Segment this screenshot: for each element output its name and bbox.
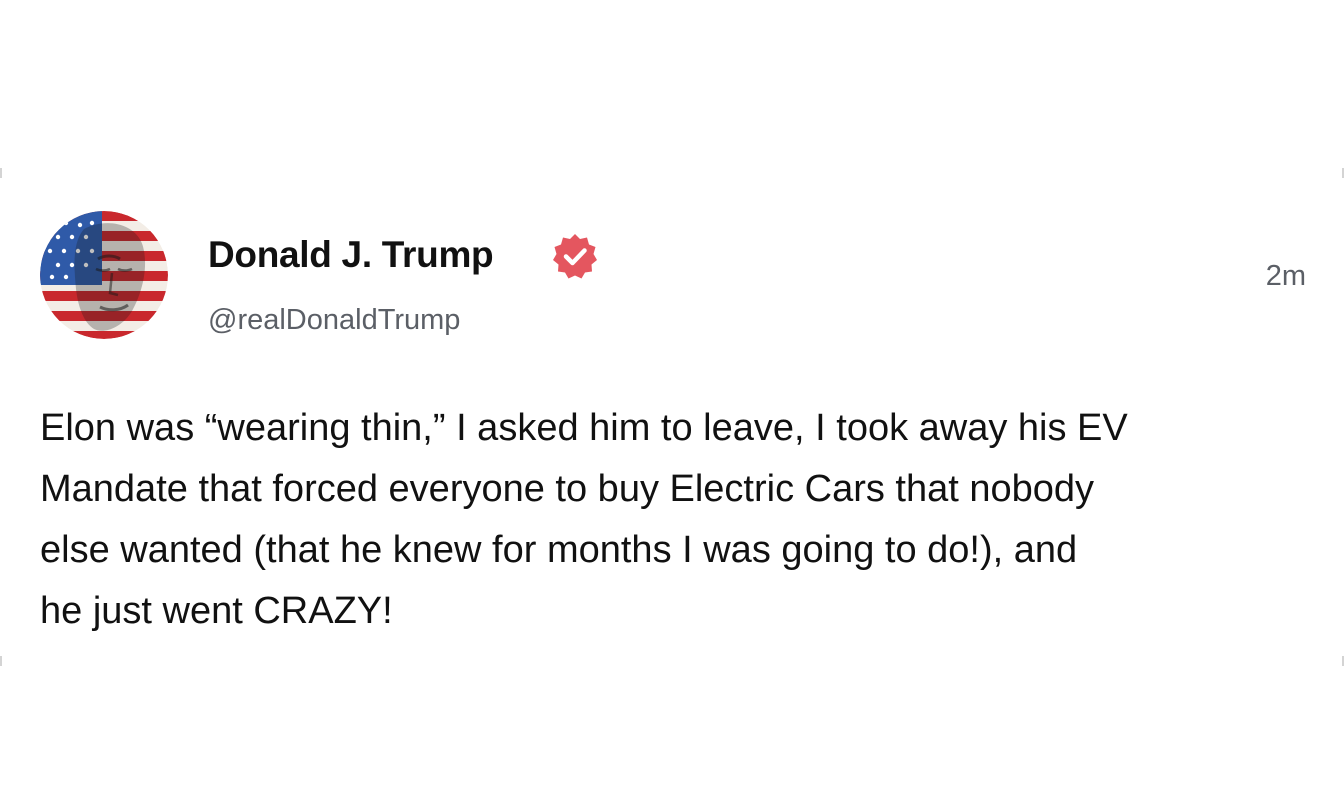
post-card: Donald J. Trump @realDonaldTrump 2m Elon… xyxy=(0,0,1344,808)
author-display-name[interactable]: Donald J. Trump xyxy=(208,232,494,278)
verified-badge-icon xyxy=(550,231,600,281)
post-body-text: Elon was “wearing thin,” I asked him to … xyxy=(40,407,1128,632)
author-handle[interactable]: @realDonaldTrump xyxy=(208,302,460,338)
flag-portrait-avatar-icon xyxy=(40,211,168,339)
avatar[interactable] xyxy=(40,211,168,339)
post-timestamp[interactable]: 2m xyxy=(1266,258,1306,294)
